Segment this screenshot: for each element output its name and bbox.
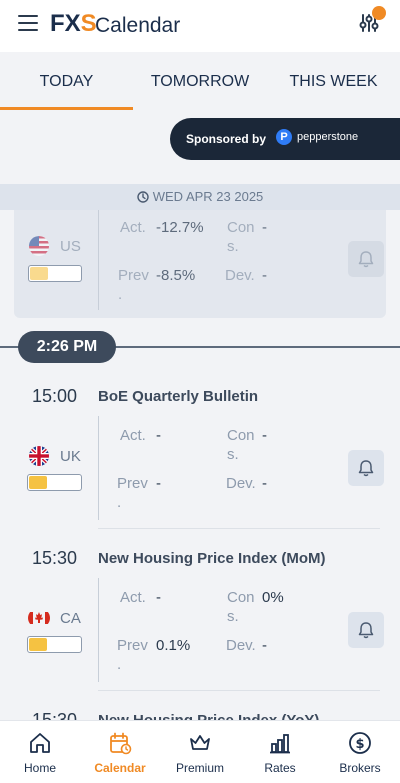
past-event-card[interactable]: Act. -12.7% Con s. - US Prev . -8.5% Dev… (14, 210, 386, 318)
menu-icon[interactable] (18, 15, 38, 31)
home-icon (30, 733, 50, 753)
sponsor-label: Sponsored by (186, 132, 267, 146)
date-tabs: TODAY TOMORROW THIS WEEK (0, 52, 400, 110)
sponsor-name: pepperstone (297, 131, 359, 143)
country-code: CA (60, 609, 81, 627)
date-header: WED APR 23 2025 (0, 184, 400, 210)
actual-value: - (156, 427, 161, 444)
deviation-value: - (262, 267, 267, 284)
previous-label: Prev . (118, 267, 149, 303)
consensus-label: Con s. (227, 589, 255, 625)
clock-icon (137, 191, 149, 203)
previous-value: - (156, 475, 161, 492)
country-code: UK (60, 447, 81, 465)
sponsor-logo: P pepperstone (276, 129, 358, 145)
consensus-value: - (262, 427, 267, 444)
alert-button[interactable] (348, 241, 384, 277)
pepperstone-logo-icon: P (276, 129, 292, 145)
nav-brokers[interactable]: $ Brokers (320, 721, 400, 783)
impact-bar (27, 636, 82, 653)
nav-calendar[interactable]: Calendar (80, 721, 160, 783)
dollar-circle-icon: $ (349, 732, 371, 754)
consensus-label: Con s. (227, 427, 255, 463)
previous-value: 0.1% (156, 637, 191, 654)
deviation-label: Dev. (225, 267, 255, 284)
event-name[interactable]: New Housing Price Index (MoM) (98, 550, 326, 567)
svg-text:$: $ (355, 737, 364, 752)
previous-value: -8.5% (156, 267, 196, 284)
previous-label: Prev . (117, 637, 148, 673)
nav-rates[interactable]: Rates (240, 721, 320, 783)
divider (98, 210, 99, 310)
bell-icon (358, 251, 374, 268)
logo: FXS (50, 10, 97, 37)
impact-fill (29, 638, 47, 651)
impact-fill (30, 267, 48, 280)
calendar-icon (110, 732, 132, 755)
event-name[interactable]: BoE Quarterly Bulletin (98, 388, 258, 405)
bell-icon (358, 460, 374, 477)
event-time: 15:30 (32, 548, 78, 568)
alert-button[interactable] (348, 450, 384, 486)
bar-chart-icon (270, 734, 290, 754)
nav-label: Home (23, 761, 56, 775)
bottom-navigation: Home Calendar Premium Rates $ Brokers (0, 720, 400, 783)
us-flag-icon (29, 236, 49, 256)
impact-fill (29, 476, 47, 489)
sponsor-banner[interactable]: Sponsored by P pepperstone (170, 118, 400, 160)
nav-label: Rates (264, 761, 296, 775)
uk-flag-icon (29, 446, 49, 466)
country: US (28, 236, 81, 256)
nav-label: Brokers (339, 761, 381, 775)
impact-bar (28, 265, 82, 282)
consensus-label: Con s. (227, 219, 255, 255)
deviation-label: Dev. (226, 475, 256, 492)
tab-this-week[interactable]: THIS WEEK (267, 52, 400, 110)
canada-flag-icon (28, 612, 50, 624)
row-separator (98, 690, 380, 691)
tab-today[interactable]: TODAY (0, 52, 133, 110)
impact-bar (27, 474, 82, 491)
event-row[interactable]: 15:00 BoE Quarterly Bulletin Act. - Con … (0, 384, 400, 530)
consensus-value: 0% (262, 589, 284, 606)
nav-label: Premium (175, 761, 224, 775)
deviation-label: Dev. (226, 637, 256, 654)
crown-icon (190, 735, 210, 750)
bell-icon (358, 622, 374, 639)
date-label: WED APR 23 2025 (152, 189, 264, 204)
nav-premium[interactable]: Premium (160, 721, 240, 783)
event-row[interactable]: 15:30 New Housing Price Index (MoM) Act.… (0, 546, 400, 692)
country: UK (28, 446, 81, 466)
divider (98, 578, 99, 682)
row-separator (98, 528, 380, 529)
nav-label: Calendar (94, 761, 146, 775)
filter-notification-dot (372, 6, 386, 20)
current-time-badge: 2:26 PM (18, 331, 116, 363)
active-tab-indicator (0, 107, 133, 110)
event-time: 15:00 (32, 386, 78, 406)
actual-label: Act. (120, 219, 146, 236)
actual-value: - (156, 589, 161, 606)
nav-home[interactable]: Home (0, 721, 80, 783)
country: CA (28, 608, 81, 628)
divider (98, 416, 99, 520)
tab-tomorrow[interactable]: TOMORROW (133, 52, 267, 110)
page-title: Calendar (95, 14, 181, 37)
previous-label: Prev . (117, 475, 148, 511)
consensus-value: - (262, 219, 267, 236)
alert-button[interactable] (348, 612, 384, 648)
actual-label: Act. (120, 589, 146, 606)
actual-label: Act. (120, 427, 146, 444)
deviation-value: - (262, 475, 267, 492)
deviation-value: - (262, 637, 267, 654)
actual-value: -12.7% (156, 219, 204, 236)
country-code: US (60, 237, 81, 255)
app-header: FXS Calendar (0, 0, 400, 52)
